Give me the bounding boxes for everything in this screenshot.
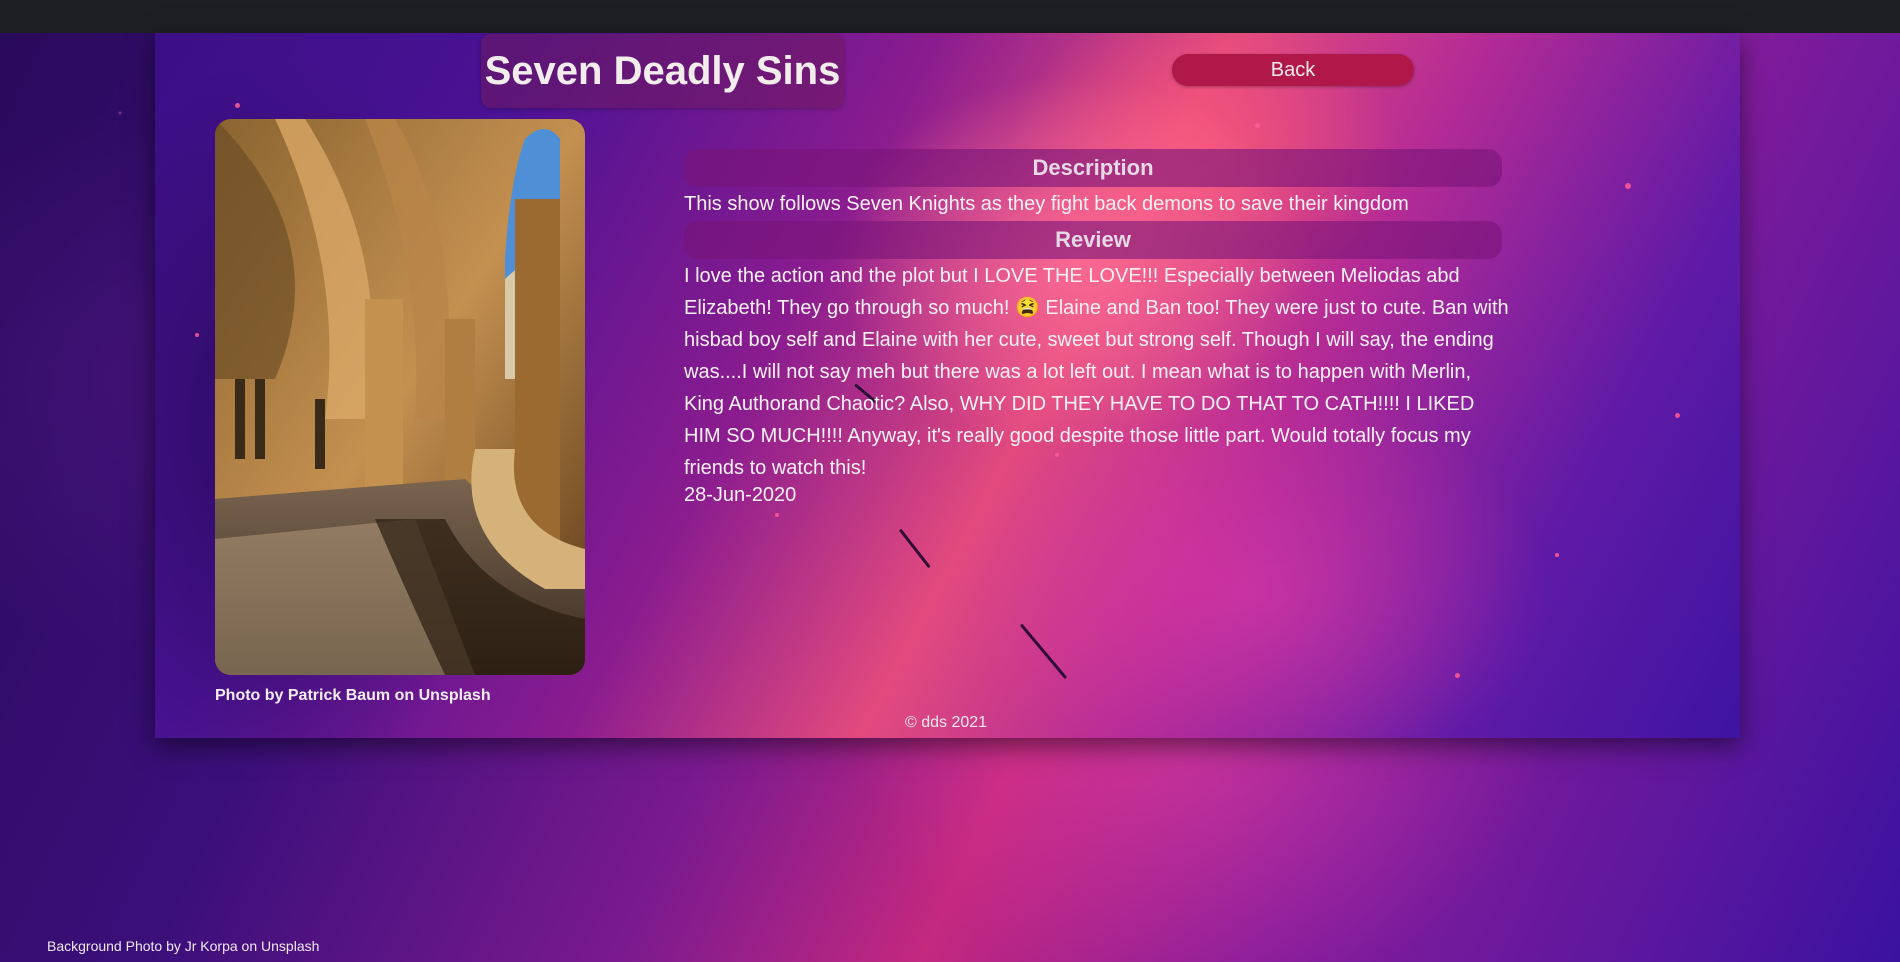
decor-streak — [898, 528, 931, 569]
review-text: I love the action and the plot but I LOV… — [684, 265, 1509, 479]
description-text: This show follows Seven Knights as they … — [684, 193, 1409, 215]
back-button[interactable]: Back — [1172, 54, 1414, 86]
decor-speck — [1455, 673, 1460, 678]
description-heading: Description — [684, 149, 1502, 187]
decor-speck — [1555, 553, 1559, 557]
content-card: Seven Deadly Sins Back Photo by Patrick … — [155, 33, 1740, 738]
browser-top-bar — [0, 0, 1900, 33]
decor-speck — [195, 333, 199, 337]
decor-speck — [775, 513, 779, 517]
show-photo — [215, 119, 585, 675]
decor-speck — [235, 103, 240, 108]
copyright-text: © dds 2021 — [905, 714, 988, 731]
decor-speck — [1255, 123, 1260, 128]
castle-arches-image — [215, 119, 585, 675]
page-title: Seven Deadly Sins — [481, 34, 844, 108]
decor-streak — [1019, 623, 1068, 680]
decor-speck — [1625, 183, 1631, 189]
background-credit: Background Photo by Jr Korpa on Unsplash — [47, 938, 320, 954]
review-date: 28-Jun-2020 — [684, 484, 797, 506]
photo-credit: Photo by Patrick Baum on Unsplash — [215, 687, 491, 704]
decor-speck — [1675, 413, 1680, 418]
review-heading: Review — [684, 221, 1502, 259]
